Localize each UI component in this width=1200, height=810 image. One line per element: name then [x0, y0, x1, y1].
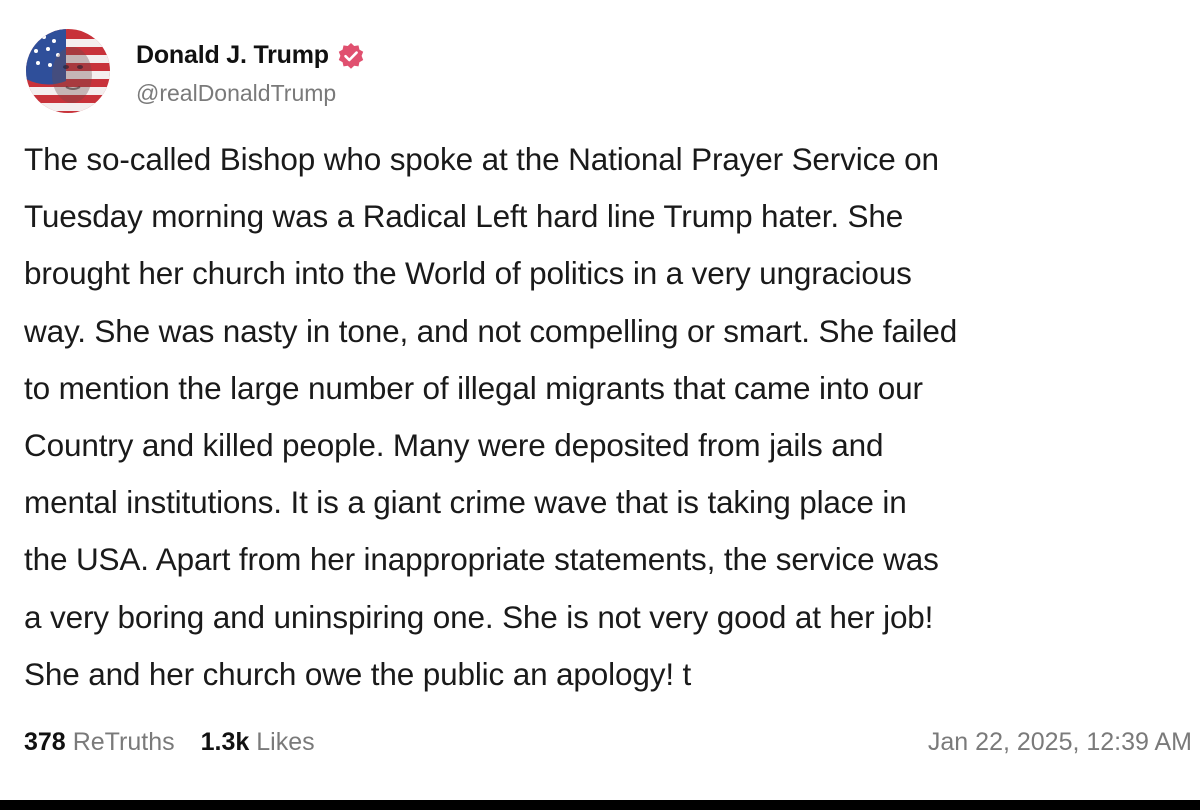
post-body-line: She and her church owe the public an apo… — [24, 655, 692, 692]
likes-count: 1.3k — [200, 727, 250, 756]
retruths-stat[interactable]: 378 ReTruths — [24, 728, 175, 757]
author-identity: Donald J. Trump @realDonaldTrump — [136, 36, 365, 107]
retruths-count: 378 — [24, 727, 66, 756]
post-body-line: way. She was nasty in tone, and not comp… — [24, 312, 958, 349]
post-body-line: Country and killed people. Many were dep… — [24, 426, 884, 463]
verified-badge-icon — [337, 42, 365, 70]
post-footer: 378 ReTruths 1.3k Likes Jan 22, 2025, 12… — [24, 722, 1192, 762]
likes-label: Likes — [256, 727, 315, 756]
avatar[interactable] — [26, 29, 110, 113]
author-display-name[interactable]: Donald J. Trump — [136, 41, 329, 70]
post-body-line: brought her church into the World of pol… — [24, 255, 912, 292]
post-body-line: the USA. Apart from her inappropriate st… — [24, 541, 939, 578]
post-header: Donald J. Trump @realDonaldTrump — [26, 26, 365, 116]
bottom-border — [0, 800, 1200, 810]
post-body-line: a very boring and uninspiring one. She i… — [24, 598, 934, 635]
avatar-flag-portrait-icon — [26, 29, 110, 113]
post-body-line: Tuesday morning was a Radical Left hard … — [24, 198, 904, 235]
post-body: The so-called Bishop who spoke at the Na… — [24, 131, 1196, 703]
post-timestamp[interactable]: Jan 22, 2025, 12:39 AM — [928, 728, 1192, 757]
truth-post: Donald J. Trump @realDonaldTrump The so-… — [0, 0, 1200, 800]
post-stats: 378 ReTruths 1.3k Likes — [24, 728, 341, 757]
retruths-label: ReTruths — [72, 727, 175, 756]
post-body-line: mental institutions. It is a giant crime… — [24, 484, 907, 521]
author-name-row: Donald J. Trump — [136, 36, 365, 76]
post-body-line: The so-called Bishop who spoke at the Na… — [24, 141, 939, 177]
post-body-line: to mention the large number of illegal m… — [24, 369, 923, 406]
author-handle[interactable]: @realDonaldTrump — [136, 80, 365, 107]
likes-stat[interactable]: 1.3k Likes — [201, 728, 315, 757]
